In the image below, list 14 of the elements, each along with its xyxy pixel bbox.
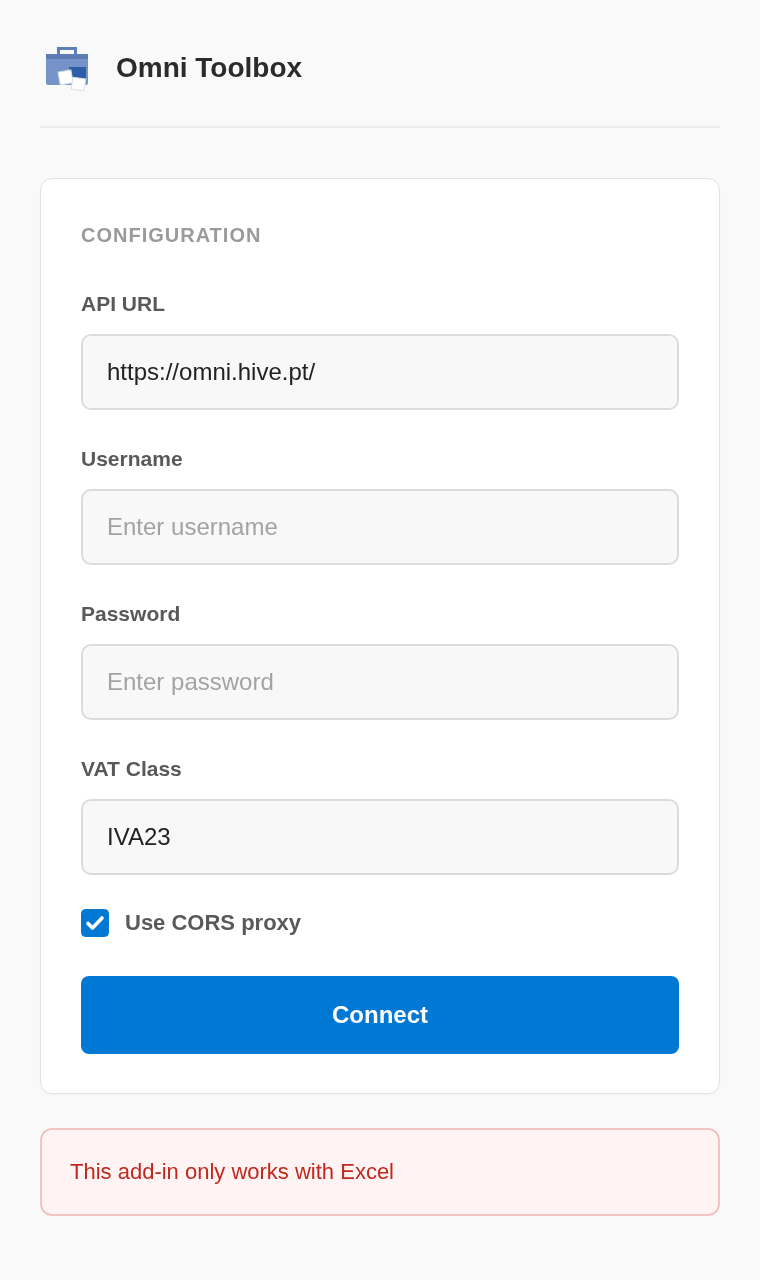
- input-field[interactable]: IVA23: [81, 799, 679, 875]
- input-field[interactable]: Enter password: [81, 644, 679, 720]
- input-field[interactable]: Enter username: [81, 489, 679, 565]
- field-label: VAT Class: [81, 756, 183, 782]
- input-field[interactable]: https://omni.hive.pt/: [81, 334, 679, 410]
- app-title: Omni Toolbox: [116, 51, 303, 85]
- section-heading: CONFIGURATION: [81, 223, 263, 247]
- field-label: Password: [81, 601, 182, 627]
- checkbox[interactable]: [81, 909, 109, 937]
- connect-button[interactable]: Connect: [81, 976, 679, 1054]
- error-message: This add-in only works with Excel: [40, 1128, 720, 1216]
- field-label: API URL: [81, 291, 166, 317]
- field-label: Username: [81, 446, 184, 472]
- checkbox-label[interactable]: Use CORS proxy: [125, 909, 302, 937]
